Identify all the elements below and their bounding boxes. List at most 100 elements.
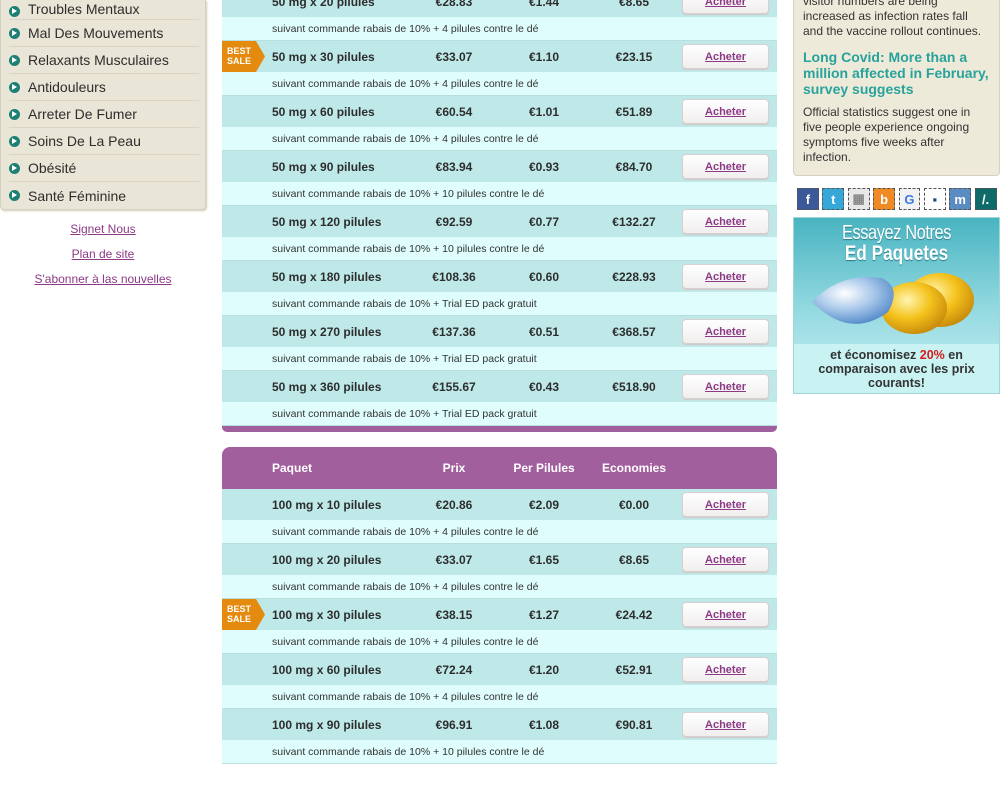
table-row: 50 mg x 120 pilules €92.59 €0.77 €132.27 Ach… (222, 206, 777, 261)
buy-button[interactable]: Acheter (682, 264, 769, 289)
row-offer-note: suivant commande rabais de 10% + Trial E… (222, 402, 777, 426)
category-item[interactable]: Mal Des Mouvements (9, 20, 199, 47)
row-main: 50 mg x 120 pilules €92.59 €0.77 €132.27 Ach… (222, 206, 777, 237)
table-row: 100 mg x 60 pilules €72.24 €1.20 €52.91 Ache… (222, 654, 777, 709)
table-row: BEST SALE 100 mg x 30 pilules €38.15 €1.27 €2… (222, 599, 777, 654)
price-table-100mg: Paquet Prix Per Pilules Economies 100 mg… (222, 447, 777, 764)
buy-button[interactable]: Acheter (682, 154, 769, 179)
footer-link[interactable]: Plan de site (0, 247, 206, 262)
category-label: Troubles Mentaux (28, 1, 140, 17)
buy-button[interactable]: Acheter (682, 374, 769, 399)
savings: €51.89 (615, 104, 653, 119)
footer-links: Signet Nous Plan de site S'abonner à las n… (0, 222, 206, 287)
row-offer-note: suivant commande rabais de 10% + 10 pilu… (222, 740, 777, 764)
row-offer-note: suivant commande rabais de 10% + 4 pilul… (222, 630, 777, 654)
category-item[interactable]: Antidouleurs (9, 74, 199, 101)
table-row: 50 mg x 20 pilules €28.83 €1.44 €8.65 Achete… (222, 0, 777, 41)
package-name: 50 mg x 270 pilules (272, 324, 382, 339)
row-offer-note: suivant commande rabais de 10% + Trial E… (222, 292, 777, 316)
best-sale-line-2: SALE (227, 56, 252, 66)
category-label: Santé Féminine (28, 187, 127, 204)
price-per-pill: €1.10 (528, 49, 560, 64)
price-per-pill: €1.44 (528, 0, 560, 9)
package-name: 100 mg x 20 pilules (272, 552, 382, 567)
best-sale-badge: BEST SALE (222, 41, 265, 72)
social-share-bar: f t ▦ b G ▪ m /. (797, 188, 1000, 210)
table-row: BEST SALE 50 mg x 30 pilules €33.07 €1.10 €23… (222, 41, 777, 96)
arrow-bullet-icon (9, 54, 20, 66)
table-row: 50 mg x 90 pilules €83.94 €0.93 €84.70 Achet… (222, 151, 777, 206)
savings: €90.81 (615, 717, 653, 732)
package-name: 100 mg x 60 pilules (272, 662, 382, 677)
right-sidebar: visitor numbers are being increased as i… (793, 0, 1000, 394)
category-item[interactable]: Soins De La Peau (9, 128, 199, 155)
footer-link[interactable]: S'abonner à las nouvelles (0, 272, 206, 287)
price: €96.91 (435, 717, 473, 732)
row-main: 50 mg x 60 pilules €60.54 €1.01 €51.89 Achet… (222, 96, 777, 127)
category-item[interactable]: Obésité (9, 155, 199, 182)
savings: €0.00 (618, 497, 650, 512)
package-name: 100 mg x 90 pilules (272, 717, 382, 732)
best-sale-line-2: SALE (227, 614, 252, 624)
arrow-bullet-icon (9, 162, 20, 174)
blogger-icon[interactable]: b (873, 188, 895, 210)
category-label: Obésité (28, 160, 77, 176)
package-name: 50 mg x 360 pilules (272, 379, 382, 394)
buy-button[interactable]: Acheter (682, 319, 769, 344)
price-per-pill: €1.01 (528, 104, 560, 119)
buy-button[interactable]: Acheter (682, 712, 769, 737)
buy-button[interactable]: Acheter (682, 602, 769, 627)
package-name: 50 mg x 180 pilules (272, 269, 382, 284)
buy-button[interactable]: Acheter (682, 492, 769, 517)
price-per-pill: €2.09 (528, 497, 560, 512)
arrow-bullet-icon (9, 135, 20, 147)
footer-link[interactable]: Signet Nous (0, 222, 206, 237)
buy-button[interactable]: Acheter (682, 547, 769, 572)
facebook-icon[interactable]: f (797, 188, 819, 210)
price: €60.54 (435, 104, 473, 119)
savings: €132.27 (612, 214, 656, 229)
digg-icon[interactable]: ▪ (923, 188, 946, 210)
best-sale-badge: BEST SALE (222, 599, 265, 630)
category-item[interactable]: Arreter De Fumer (9, 101, 199, 128)
category-item[interactable]: Troubles Mentaux (9, 0, 199, 20)
price: €137.36 (432, 324, 476, 339)
price-per-pill: €1.27 (528, 607, 560, 622)
buy-button[interactable]: Acheter (682, 99, 769, 124)
row-main: BEST SALE 50 mg x 30 pilules €33.07 €1.10 €23… (222, 41, 777, 72)
ed-pack-promo-banner[interactable]: Essayez Notres Ed Paquetes et économisez… (793, 217, 1000, 394)
savings: €8.65 (618, 0, 650, 9)
myspace-icon[interactable]: m (949, 188, 972, 210)
category-item[interactable]: Relaxants Musculaires (9, 47, 199, 74)
package-name: 50 mg x 20 pilules (272, 0, 375, 9)
arrow-bullet-icon (9, 190, 20, 201)
news-box: visitor numbers are being increased as i… (793, 0, 1000, 176)
category-menu: Troubles Mentaux Mal Des Mouvements Relaxa… (0, 0, 206, 210)
google-icon[interactable]: G (898, 188, 921, 210)
buy-button[interactable]: Acheter (682, 0, 769, 14)
buy-button[interactable]: Acheter (682, 657, 769, 682)
promo-title-line-2: Ed Paquetes (844, 242, 949, 265)
slashdot-icon[interactable]: /. (974, 188, 997, 210)
category-item[interactable]: Santé Féminine (9, 182, 199, 209)
row-offer-note: suivant commande rabais de 10% + 4 pilul… (222, 575, 777, 599)
table-row: 50 mg x 180 pilules €108.36 €0.60 €228.93 Ac… (222, 261, 777, 316)
buy-button[interactable]: Acheter (682, 44, 769, 69)
category-label: Mal Des Mouvements (28, 25, 164, 41)
row-main: BEST SALE 100 mg x 30 pilules €38.15 €1.27 €2… (222, 599, 777, 630)
news-headline-link[interactable]: Long Covid: More than a million affected… (803, 49, 990, 97)
buy-button[interactable]: Acheter (682, 209, 769, 234)
row-main: 100 mg x 20 pilules €33.07 €1.65 €8.65 Achet… (222, 544, 777, 575)
delicious-icon[interactable]: ▦ (847, 188, 870, 210)
price-per-pill: €1.20 (528, 662, 560, 677)
price: €38.15 (435, 607, 473, 622)
price: €83.94 (435, 159, 473, 174)
table-row: 50 mg x 60 pilules €60.54 €1.01 €51.89 Achet… (222, 96, 777, 151)
package-name: 50 mg x 120 pilules (272, 214, 382, 229)
twitter-icon[interactable]: t (822, 188, 845, 210)
row-main: 100 mg x 10 pilules €20.86 €2.09 €0.00 Achet… (222, 489, 777, 520)
row-main: 50 mg x 180 pilules €108.36 €0.60 €228.93 Ac… (222, 261, 777, 292)
savings: €228.93 (612, 269, 656, 284)
arrow-bullet-icon (9, 27, 20, 39)
table-row: 50 mg x 270 pilules €137.36 €0.51 €368.57 Ac… (222, 316, 777, 371)
